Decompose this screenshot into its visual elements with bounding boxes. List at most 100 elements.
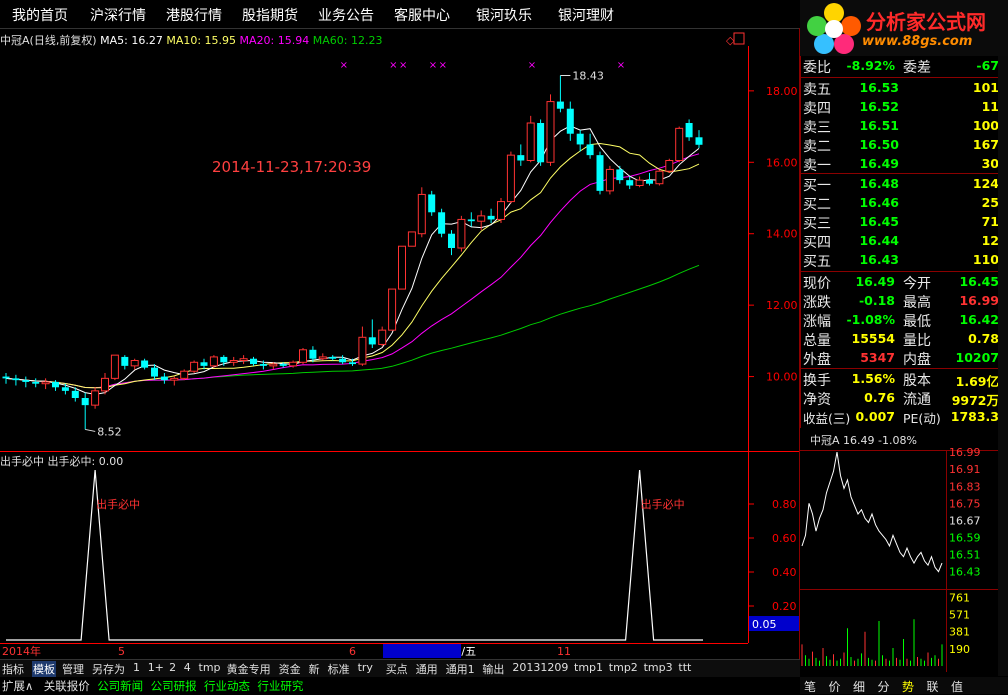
intraday-axis-label: 16.51 <box>949 549 981 562</box>
status-link[interactable]: 公司研报 <box>151 678 197 694</box>
quote-row: 卖一 16.49 30 <box>803 155 999 174</box>
candle <box>61 383 69 395</box>
candle <box>170 376 179 386</box>
quote-value: 10207 <box>955 350 1000 365</box>
view-switch-button[interactable]: 势 <box>902 678 914 695</box>
quote-value: 16.49 <box>855 274 895 289</box>
quote-label: 换手 <box>803 373 831 389</box>
volume-axis-label: 761 <box>949 592 970 605</box>
main-chart-area: ◇ 10.0012.0014.0016.0018.0018.438.52× × × ×… <box>0 28 800 660</box>
indicator-axis-label: 0.20 <box>772 600 797 613</box>
candle <box>250 356 257 366</box>
candle-body-down <box>428 194 436 213</box>
quote-label: 净资 <box>803 392 831 408</box>
right-edge-strip <box>998 56 1008 676</box>
template-tab[interactable]: 新 <box>309 661 320 677</box>
quote-value: 0.76 <box>864 390 895 405</box>
template-tab[interactable]: 标准 <box>328 661 350 677</box>
price-axis-label: 12.00 <box>766 299 798 312</box>
quote-row: 外盘 5347 内盘 10207 <box>803 349 999 368</box>
view-switch-button[interactable]: 分 <box>878 678 890 695</box>
candle <box>467 212 475 227</box>
quote-value: 0.78 <box>968 331 999 346</box>
quote-label: 卖一 <box>803 158 831 174</box>
candle <box>180 369 189 381</box>
template-tab[interactable]: 1 <box>133 661 140 674</box>
status-bar: 扩展∧ 关联报价 公司新闻 公司研报 行业动态 行业研究 <box>0 677 800 694</box>
quote-row: 买三 16.45 71 <box>803 213 999 232</box>
candle-body-up <box>457 218 466 249</box>
view-switch-button[interactable]: 价 <box>829 678 841 695</box>
template-tab[interactable]: 20131209 <box>512 661 568 674</box>
date-axis-label: 5 <box>118 645 125 658</box>
quote-row: 涨跌 -0.18 最高 16.99 <box>803 292 999 311</box>
quote-row: 总量 15554 量比 0.78 <box>803 330 999 349</box>
signal-label: 出手必中 <box>641 497 685 511</box>
template-tab[interactable]: try <box>358 661 373 674</box>
quote-row: 卖二 16.50 167 <box>803 136 999 155</box>
candle-body-down <box>467 219 475 222</box>
quote-row: 卖三 16.51 100 <box>803 117 999 136</box>
quote-value: 16.51 <box>859 118 899 133</box>
status-link[interactable]: 扩展∧ <box>2 678 33 694</box>
template-tab[interactable]: ttt <box>678 661 691 674</box>
candle <box>457 215 466 252</box>
quote-row: 买四 16.44 12 <box>803 232 999 251</box>
quote-value: 1.69亿 <box>955 374 999 389</box>
candle-body-down <box>339 358 347 363</box>
template-tab[interactable]: tmp <box>199 661 221 674</box>
template-tab[interactable]: tmp3 <box>644 661 673 674</box>
quote-value: 12 <box>981 233 999 248</box>
logo-site-name: 分析家公式网 <box>866 10 986 34</box>
template-tab[interactable]: 买点 <box>386 661 408 677</box>
view-switch-button[interactable]: 联 <box>927 678 939 695</box>
template-tab[interactable]: 黄金专用 <box>227 661 271 677</box>
quote-label: 总量 <box>803 333 831 349</box>
template-tab[interactable]: tmp2 <box>609 661 638 674</box>
status-link[interactable]: 行业研究 <box>257 678 303 694</box>
candle-body-up <box>180 370 189 379</box>
quote-value: -1.08% <box>846 312 895 327</box>
candle <box>378 326 387 347</box>
candle <box>566 101 574 141</box>
candle <box>517 144 525 166</box>
candle <box>200 358 208 370</box>
candle-body-up <box>190 361 199 372</box>
candle-body-up <box>289 361 298 367</box>
candle-body-up <box>477 215 486 222</box>
quote-label: 卖四 <box>803 101 831 117</box>
status-link[interactable]: 公司新闻 <box>97 678 143 694</box>
template-tab[interactable]: 2 <box>169 661 176 674</box>
view-switch-button[interactable]: 细 <box>853 678 865 695</box>
template-tab[interactable]: 另存为 <box>92 661 125 677</box>
template-tab[interactable]: 指标 <box>2 661 24 677</box>
window-box-icon[interactable] <box>733 32 745 45</box>
candle <box>32 378 40 388</box>
price-axis-label: 16.00 <box>766 156 798 169</box>
template-tab[interactable]: 输出 <box>482 661 504 677</box>
quote-label: 内盘 <box>903 352 931 368</box>
template-tab[interactable]: 模板 <box>32 661 56 677</box>
status-link[interactable]: 行业动态 <box>204 678 250 694</box>
candle-body-down <box>151 367 158 377</box>
candle <box>616 165 624 184</box>
template-tab[interactable]: tmp1 <box>574 661 603 674</box>
quote-value: 16.48 <box>859 176 899 191</box>
quote-row: 换手 1.56% 股本 1.69亿 <box>803 370 999 389</box>
template-tab[interactable]: 1+ <box>148 661 164 674</box>
template-tab[interactable]: 管理 <box>62 661 84 677</box>
quote-value: 16.45 <box>959 274 999 289</box>
template-tab[interactable]: 通用1 <box>446 661 475 677</box>
cursor-date-box <box>383 644 461 658</box>
signal-marker: × <box>439 60 447 71</box>
status-link[interactable]: 关联报价 <box>44 678 90 694</box>
intraday-title: 中冠A 16.49 -1.08% <box>810 434 917 447</box>
template-tab[interactable]: 通用 <box>416 661 438 677</box>
view-switch-button[interactable]: 笔 <box>804 678 816 695</box>
quote-value: 9972万 <box>951 393 999 408</box>
template-tab[interactable]: 资金 <box>279 661 301 677</box>
template-tab[interactable]: 4 <box>184 661 191 674</box>
view-switch-button[interactable]: 值 <box>951 678 963 695</box>
intraday-axis-label: 16.83 <box>949 480 981 493</box>
intraday-price-line <box>801 452 943 573</box>
